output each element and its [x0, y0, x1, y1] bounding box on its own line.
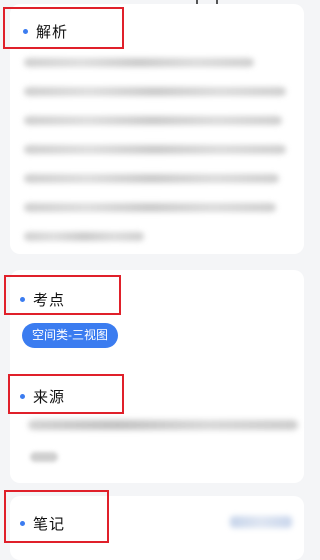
source-highlight-box	[8, 374, 124, 414]
source-question-number-blurred	[30, 452, 58, 462]
analysis-highlight-box	[3, 7, 124, 49]
notes-highlight-box	[4, 490, 109, 543]
source-content-blurred	[28, 420, 298, 430]
keypoint-tag[interactable]: 空间类-三视图	[22, 323, 118, 348]
keypoint-highlight-box	[4, 275, 121, 315]
analysis-content-blurred	[24, 58, 294, 261]
notes-action-blurred[interactable]	[230, 516, 292, 528]
